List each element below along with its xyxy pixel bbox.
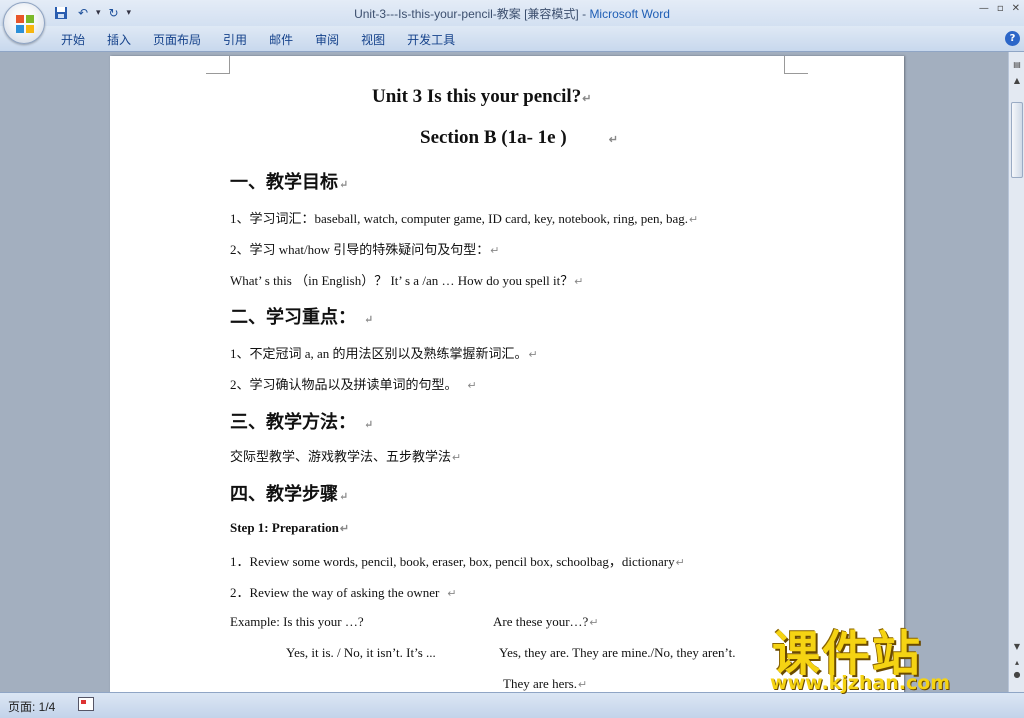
doc-line-review-owner: 2．Review the way of asking the owner ↵ (230, 585, 457, 600)
select-browse-object-icon[interactable]: ● (1010, 668, 1024, 682)
tab-developer[interactable]: 开发工具 (396, 30, 466, 49)
office-button[interactable] (3, 2, 45, 44)
document-workspace: Unit 3 Is this your pencil?↵ Section B (… (0, 52, 1008, 692)
tab-references[interactable]: 引用 (212, 30, 258, 49)
doc-line-spelling: 2、学习确认物品以及拼读单词的句型。 ↵ (230, 377, 477, 392)
crop-mark-right (784, 56, 808, 74)
watermark-url: www.kjzhan.com (770, 672, 951, 694)
step-heading: Step 1: Preparation↵ (230, 520, 350, 535)
scroll-up-icon[interactable]: ▲ (1010, 74, 1024, 88)
section-heading-goals: 一、教学目标↵ (230, 172, 349, 193)
answer-right: Yes, they are. They are mine./No, they a… (499, 645, 736, 660)
doc-line-sentence: What’ s this （in English）？ It’ s a /an …… (230, 273, 584, 288)
window-title: Unit-3---Is-this-your-pencil-教案 [兼容模式] -… (0, 5, 1024, 22)
help-icon[interactable]: ? (1005, 31, 1020, 46)
doc-line-articles: 1、不定冠词 a, an 的用法区别以及熟练掌握新词汇。↵ (230, 346, 538, 361)
ribbon: 开始 插入 页面布局 引用 邮件 审阅 视图 开发工具 ? (0, 26, 1024, 52)
tab-home[interactable]: 开始 (50, 30, 96, 49)
answer-left: Yes, it is. / No, it isn’t. It’s ... (286, 645, 436, 660)
tab-insert[interactable]: 插入 (96, 30, 142, 49)
app-name: Microsoft Word (589, 7, 670, 21)
section-heading-key-points: 二、学习重点： ↵ (230, 307, 374, 328)
scroll-thumb[interactable] (1011, 102, 1023, 178)
section-heading-steps: 四、教学步骤↵ (230, 484, 349, 505)
example-left: Example: Is this your …? (230, 614, 364, 629)
doc-line-questions: 2、学习 what/how 引导的特殊疑问句及句型：↵ (230, 242, 500, 257)
watermark: 课件站 www.kjzhan.com (770, 614, 1010, 698)
tab-view[interactable]: 视图 (350, 30, 396, 49)
document-page[interactable]: Unit 3 Is this your pencil?↵ Section B (… (110, 56, 904, 692)
office-logo-icon (16, 15, 34, 33)
tab-mailings[interactable]: 邮件 (258, 30, 304, 49)
minimize-icon[interactable]: — (979, 3, 989, 14)
title-bar: ↶ ▾ ↻ ▾ Unit-3---Is-this-your-pencil-教案 … (0, 0, 1024, 26)
close-icon[interactable]: ✕ (1012, 3, 1020, 14)
scroll-down-icon[interactable]: ▼ (1010, 640, 1024, 654)
document-title: Unit-3---Is-this-your-pencil-教案 [兼容模式] - (354, 7, 590, 21)
example-right: Are these your…?↵ (493, 614, 599, 629)
tab-review[interactable]: 审阅 (304, 30, 350, 49)
doc-line-methods: 交际型教学、游戏教学法、五步教学法↵ (230, 449, 462, 464)
section-heading-methods: 三、教学方法： ↵ (230, 412, 374, 433)
page-count[interactable]: 页面: 1/4 (8, 698, 55, 715)
ruler-toggle-icon[interactable]: ▤ (1010, 58, 1024, 72)
ribbon-tabs: 开始 插入 页面布局 引用 邮件 审阅 视图 开发工具 (50, 30, 466, 49)
doc-title: Unit 3 Is this your pencil?↵ (372, 86, 592, 107)
proofing-icon[interactable] (78, 697, 94, 711)
restore-icon[interactable]: ▫ (997, 3, 1004, 14)
doc-subtitle: Section B (1a- 1e ) ↵ (420, 127, 618, 148)
window-controls: — ▫ ✕ (979, 3, 1020, 14)
vertical-scrollbar[interactable]: ▤ ▲ ▼ ▴ ● (1008, 52, 1024, 692)
tab-page-layout[interactable]: 页面布局 (142, 30, 212, 49)
answer-right-2: They are hers.↵ (503, 676, 588, 691)
doc-line-vocab: 1、学习词汇：baseball, watch, computer game, I… (230, 211, 699, 226)
crop-mark-left (206, 56, 230, 74)
doc-line-review-words: 1．Review some words, pencil, book, erase… (230, 554, 685, 569)
